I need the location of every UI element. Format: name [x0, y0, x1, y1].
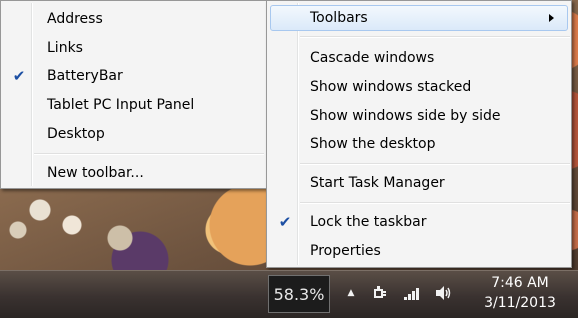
menu-item-label: Show windows stacked	[310, 79, 472, 95]
submenu-item-tablet-pc-input-panel[interactable]: Tablet PC Input Panel	[3, 92, 265, 118]
system-clock[interactable]: 7:46 AM 3/11/2013	[465, 273, 575, 313]
submenu-item-label: BatteryBar	[47, 68, 123, 84]
menu-item-label: Cascade windows	[310, 50, 435, 66]
menu-item-label: Properties	[310, 243, 381, 259]
toolbars-submenu: Address Links ✔ BatteryBar Tablet PC Inp…	[0, 0, 267, 189]
menu-item-properties[interactable]: Properties	[269, 238, 569, 264]
menu-item-lock-the-taskbar[interactable]: ✔ Lock the taskbar	[269, 209, 569, 235]
submenu-item-batterybar[interactable]: ✔ BatteryBar	[3, 63, 265, 89]
battery-percent: 58.3%	[273, 284, 325, 304]
submenu-item-address[interactable]: Address	[3, 6, 265, 32]
power-plug-icon-svg	[374, 286, 386, 298]
power-plug-icon[interactable]	[371, 284, 389, 302]
menu-separator	[300, 163, 570, 165]
submenu-item-links[interactable]: Links	[3, 35, 265, 61]
menu-item-show-windows-stacked[interactable]: Show windows stacked	[269, 74, 569, 100]
menu-item-toolbars[interactable]: Toolbars	[269, 5, 569, 31]
signal-bars-icon-svg	[404, 288, 419, 300]
signal-bars-icon[interactable]	[403, 284, 421, 302]
checkmark-icon: ✔	[278, 213, 292, 231]
menu-separator	[34, 153, 264, 155]
submenu-item-new-toolbar[interactable]: New toolbar...	[3, 160, 265, 186]
menu-item-label: Toolbars	[310, 10, 368, 26]
menu-item-start-task-manager[interactable]: Start Task Manager	[269, 170, 569, 196]
menu-item-show-the-desktop[interactable]: Show the desktop	[269, 131, 569, 157]
speaker-icon[interactable]	[434, 284, 452, 302]
menu-separator	[300, 202, 570, 204]
checkmark-icon: ✔	[12, 67, 26, 85]
menu-separator	[300, 36, 570, 38]
speaker-icon-svg	[436, 286, 451, 300]
menu-item-label: Start Task Manager	[310, 175, 445, 191]
clock-date: 3/11/2013	[484, 295, 556, 311]
menu-item-label: Show windows side by side	[310, 108, 501, 124]
clock-time: 7:46 AM	[491, 275, 549, 291]
menu-item-show-windows-side-by-side[interactable]: Show windows side by side	[269, 103, 569, 129]
menu-item-label: Lock the taskbar	[310, 214, 427, 230]
menu-item-label: Show the desktop	[310, 136, 436, 152]
menu-item-cascade-windows[interactable]: Cascade windows	[269, 45, 569, 71]
taskbar-context-menu: Toolbars Cascade windows Show windows st…	[266, 0, 572, 268]
submenu-arrow-icon	[549, 14, 554, 22]
show-hidden-icons-arrow-icon[interactable]: ▲	[342, 284, 360, 302]
submenu-item-label: Address	[47, 11, 103, 27]
submenu-item-label: Tablet PC Input Panel	[47, 97, 195, 113]
submenu-item-label: New toolbar...	[47, 165, 144, 181]
submenu-item-desktop[interactable]: Desktop	[3, 121, 265, 147]
submenu-item-label: Links	[47, 40, 83, 56]
submenu-item-label: Desktop	[47, 126, 105, 142]
batterybar-toolbar[interactable]: 58.3%	[268, 275, 330, 313]
